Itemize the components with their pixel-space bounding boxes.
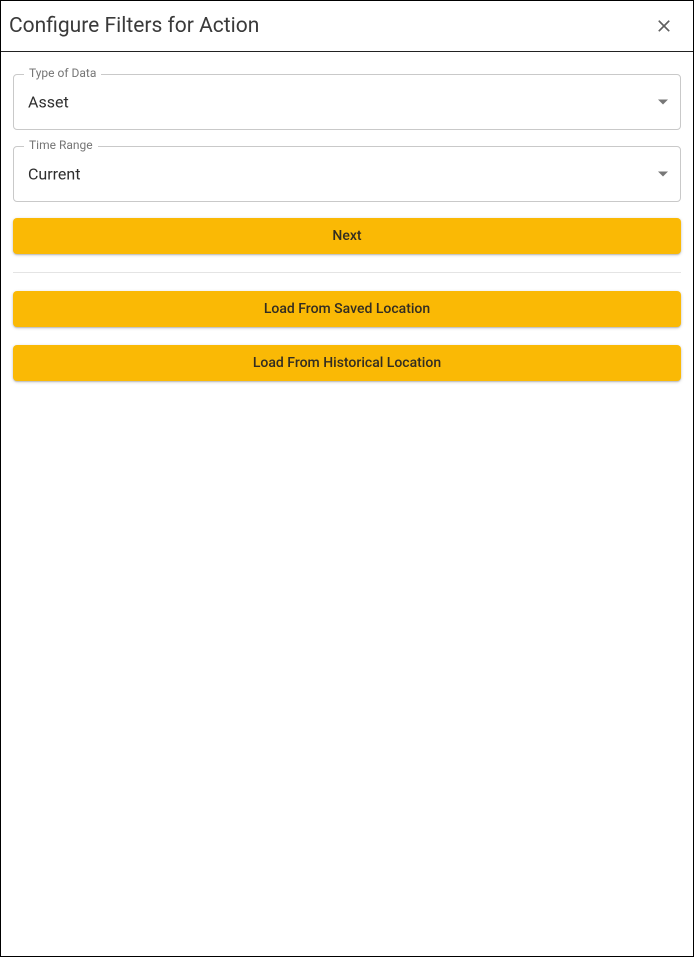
time-range-value: Current — [28, 165, 80, 184]
time-range-label: Time Range — [24, 138, 98, 152]
load-from-saved-location-button[interactable]: Load From Saved Location — [13, 291, 681, 327]
chevron-down-icon — [658, 172, 668, 177]
configure-filters-dialog: Configure Filters for Action Type of Dat… — [0, 0, 694, 957]
divider — [13, 272, 681, 273]
chevron-down-icon — [658, 100, 668, 105]
load-from-historical-location-button[interactable]: Load From Historical Location — [13, 345, 681, 381]
dialog-body: Type of Data Asset Time Range Current Ne… — [1, 52, 693, 956]
close-icon — [655, 17, 673, 35]
time-range-select[interactable]: Time Range Current — [13, 146, 681, 202]
type-of-data-select[interactable]: Type of Data Asset — [13, 74, 681, 130]
type-of-data-label: Type of Data — [24, 66, 101, 80]
close-button[interactable] — [651, 13, 677, 39]
dialog-title-bar: Configure Filters for Action — [1, 1, 693, 52]
next-button[interactable]: Next — [13, 218, 681, 254]
type-of-data-value: Asset — [28, 93, 69, 112]
dialog-title: Configure Filters for Action — [9, 14, 259, 38]
